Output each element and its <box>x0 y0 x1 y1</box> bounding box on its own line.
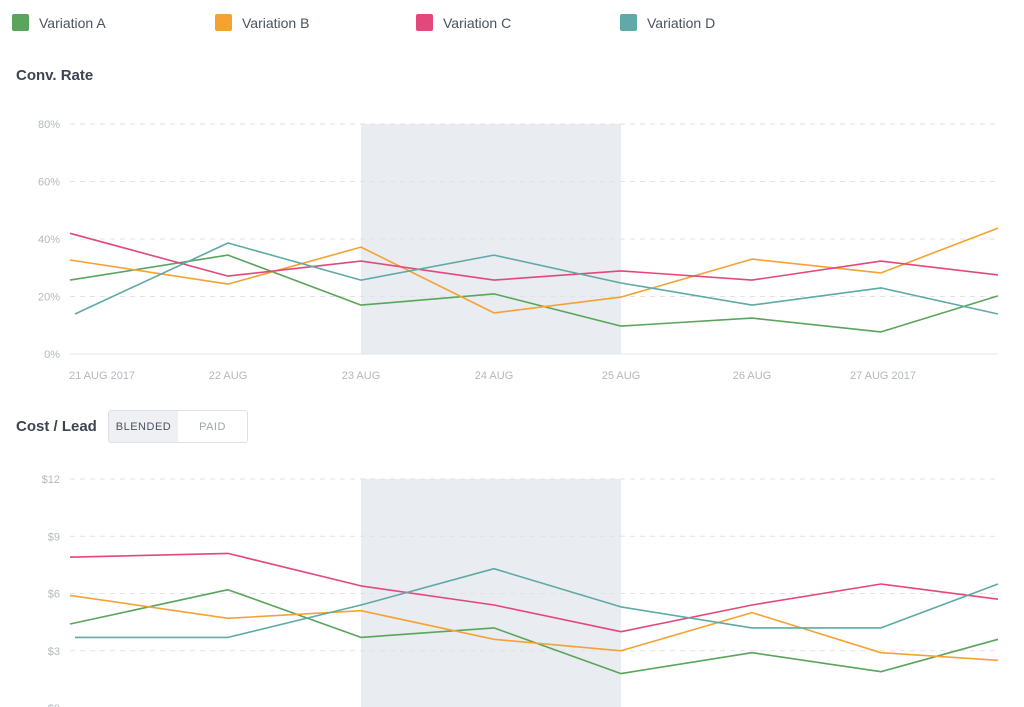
y-tick-label: $3 <box>48 646 60 658</box>
cost-lead-chart: $0 $3 $6 $9 $12 <box>42 474 999 707</box>
y-tick-label: $6 <box>48 589 60 601</box>
y-tick-label: $9 <box>48 531 60 543</box>
y-tick-label: $0 <box>48 703 60 707</box>
y-tick-label: $12 <box>42 474 60 486</box>
